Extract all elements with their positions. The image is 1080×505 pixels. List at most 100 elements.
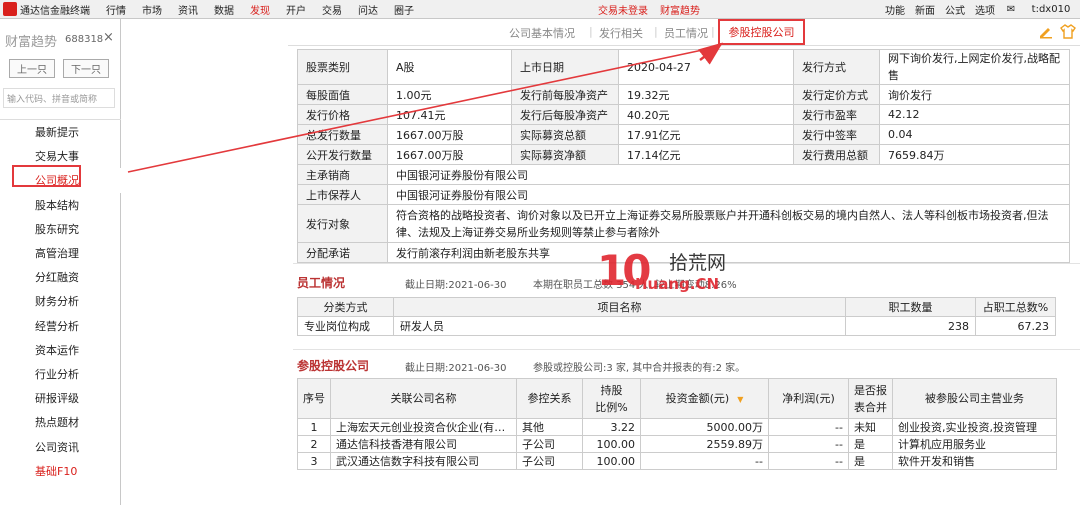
column-header: 占职工总数%: [975, 297, 1056, 317]
menu-hangqing[interactable]: 行情: [98, 2, 134, 17]
menu-kaihu[interactable]: 开户: [278, 2, 314, 17]
sponsor-value: 中国银河证券股份有限公司: [387, 184, 1070, 205]
sidebar-item-industry[interactable]: 行业分析: [0, 362, 121, 386]
issue-value: A股: [387, 49, 512, 85]
table-row[interactable]: 1 上海宏天元创业投资合伙企业(有… 其他 3.22 5000.00万 -- 未…: [297, 418, 1057, 436]
menu-gongshi[interactable]: 公式: [940, 2, 970, 17]
sidebar-item-label: 资本运作: [35, 343, 79, 357]
menu-shichang[interactable]: 市场: [134, 2, 170, 17]
sidebar-item-dividends[interactable]: 分红融资: [0, 265, 121, 289]
menu-quanzi[interactable]: 圈子: [386, 2, 422, 17]
table-cell: 67.23: [975, 316, 1056, 336]
sidebar-item-label: 经营分析: [35, 319, 79, 333]
issue-value: 42.12: [879, 104, 1070, 125]
sort-arrow-icon[interactable]: ▼: [737, 395, 743, 404]
menu-wenda[interactable]: 问达: [350, 2, 386, 17]
annotation-highlight-box: [12, 165, 81, 187]
sidebar-item-label: 最新提示: [35, 126, 79, 140]
table-cell: 100.00: [582, 452, 641, 470]
holdings-table: 序号 关联公司名称 参控关系 持股 比例% 投资金额(元) ▼ 净利润(元) 是否…: [297, 378, 1057, 470]
user-id[interactable]: t:dx010: [1022, 4, 1080, 15]
prev-stock-button[interactable]: 上一只: [9, 59, 55, 78]
staff-table: 分类方式 项目名称 职工数量 占职工总数% 专业岗位构成 研发人员 238 67…: [297, 297, 1056, 336]
menu-faxian[interactable]: 发现: [242, 2, 278, 17]
app-window: 通达信金融终端 行情 市场 资讯 数据 发现 开户 交易 问达 圈子 交易未登录…: [0, 0, 1080, 505]
sidebar-item-latest[interactable]: 最新提示: [0, 120, 121, 144]
edit-icon[interactable]: [1038, 23, 1054, 39]
sidebar-item-label: 高管治理: [35, 247, 79, 261]
menu-jiaoyi[interactable]: 交易: [314, 2, 350, 17]
sidebar-item-research[interactable]: 研报评级: [0, 386, 121, 410]
holdings-date: 截止日期:2021-06-30: [405, 363, 507, 374]
column-header: 序号: [297, 378, 331, 419]
tab-separator: |: [711, 25, 715, 38]
table-cell: --: [768, 435, 849, 453]
issuance-table: 股票类别 A股 上市日期 2020-04-27 发行方式 网下询价发行,上网定价…: [297, 49, 1070, 263]
menu-xuanxiang[interactable]: 选项: [970, 2, 1000, 17]
table-cell: 238: [845, 316, 976, 336]
stock-code: 688318: [65, 34, 104, 45]
menubar: 通达信金融终端 行情 市场 资讯 数据 发现 开户 交易 问达 圈子 交易未登录…: [0, 0, 1080, 19]
table-cell: 3.22: [582, 418, 641, 436]
issue-value: 107.41元: [387, 104, 512, 125]
sidebar-item-basic-f10[interactable]: 基础F10: [0, 459, 121, 483]
table-cell: --: [768, 452, 849, 470]
column-header: 持股 比例%: [582, 378, 641, 419]
menu-xinmian[interactable]: 新面: [910, 2, 940, 17]
issue-value: 1667.00万股: [387, 124, 512, 145]
issue-key: 发行费用总额: [793, 144, 880, 165]
table-cell: 子公司: [516, 435, 583, 453]
app-name: 通达信金融终端: [20, 5, 90, 17]
watermark-cn-text: 拾荒网: [669, 252, 727, 274]
next-stock-button[interactable]: 下一只: [63, 59, 109, 78]
sidebar-item-themes[interactable]: 热点题材: [0, 410, 121, 434]
tab-separator: |: [589, 25, 593, 38]
issue-key: 公开发行数量: [297, 144, 388, 165]
menu-zixun[interactable]: 资讯: [170, 2, 206, 17]
column-header-sortable[interactable]: 投资金额(元) ▼: [640, 378, 769, 419]
mail-icon[interactable]: ✉: [1000, 4, 1022, 15]
issue-key: 发行方式: [793, 49, 880, 85]
table-row[interactable]: 3 武汉通达信数字科技有限公司 子公司 100.00 -- -- 是 软件开发和…: [297, 452, 1057, 470]
watermark-logo: 10 拾荒网 Huang.CN: [597, 246, 767, 302]
sidebar-item-operations[interactable]: 经营分析: [0, 314, 121, 338]
table-row[interactable]: 2 通达信科技香港有限公司 子公司 100.00 2559.89万 -- 是 计…: [297, 435, 1057, 453]
issue-value: 40.20元: [618, 104, 794, 125]
sidebar-item-governance[interactable]: 高管治理: [0, 241, 121, 265]
stock-name: 财富趋势: [5, 35, 58, 50]
menu-shuju[interactable]: 数据: [206, 2, 242, 17]
sidebar-item-capital[interactable]: 资本运作: [0, 338, 121, 362]
column-header: 分类方式: [297, 297, 394, 317]
sidebar-item-label: 股本结构: [35, 198, 79, 212]
sidebar-item-share-structure[interactable]: 股本结构: [0, 193, 121, 217]
tab-issuance[interactable]: 发行相关: [599, 25, 643, 41]
sidebar-item-label: 基础F10: [35, 464, 78, 478]
table-cell: 是: [848, 452, 893, 470]
shirt-icon[interactable]: [1060, 23, 1076, 39]
menu-gongneng[interactable]: 功能: [880, 2, 910, 17]
sidebar-item-financials[interactable]: 财务分析: [0, 289, 121, 313]
tab-holdings[interactable]: 参股控股公司: [718, 19, 805, 45]
staff-section-title: 员工情况: [297, 276, 346, 290]
table-cell: 上海宏天元创业投资合伙企业(有…: [330, 418, 517, 436]
issue-value: 网下询价发行,上网定价发行,战略配售: [879, 49, 1070, 85]
issue-value: 17.91亿元: [618, 124, 794, 145]
table-cell: 1: [297, 418, 331, 436]
broker-name[interactable]: 财富趋势: [654, 2, 706, 17]
issue-value: 17.14亿元: [618, 144, 794, 165]
underwriter-value: 中国银河证券股份有限公司: [387, 164, 1070, 185]
tab-separator: |: [654, 25, 658, 38]
table-cell: --: [768, 418, 849, 436]
tab-company-basic[interactable]: 公司基本情况: [509, 25, 575, 41]
issue-key: 实际募资总额: [511, 124, 619, 145]
sidebar-item-shareholders[interactable]: 股东研究: [0, 217, 121, 241]
tab-staff[interactable]: 员工情况: [664, 25, 708, 41]
stock-search-input[interactable]: 输入代码、拼音或简称: [3, 88, 115, 108]
table-cell: 3: [297, 452, 331, 470]
issue-value: 7659.84万: [879, 144, 1070, 165]
issue-key: 实际募资净额: [511, 144, 619, 165]
sidebar-item-news[interactable]: 公司资讯: [0, 434, 121, 458]
trade-login-status[interactable]: 交易未登录: [592, 2, 654, 17]
table-cell: 是: [848, 435, 893, 453]
close-icon[interactable]: ×: [103, 30, 114, 45]
